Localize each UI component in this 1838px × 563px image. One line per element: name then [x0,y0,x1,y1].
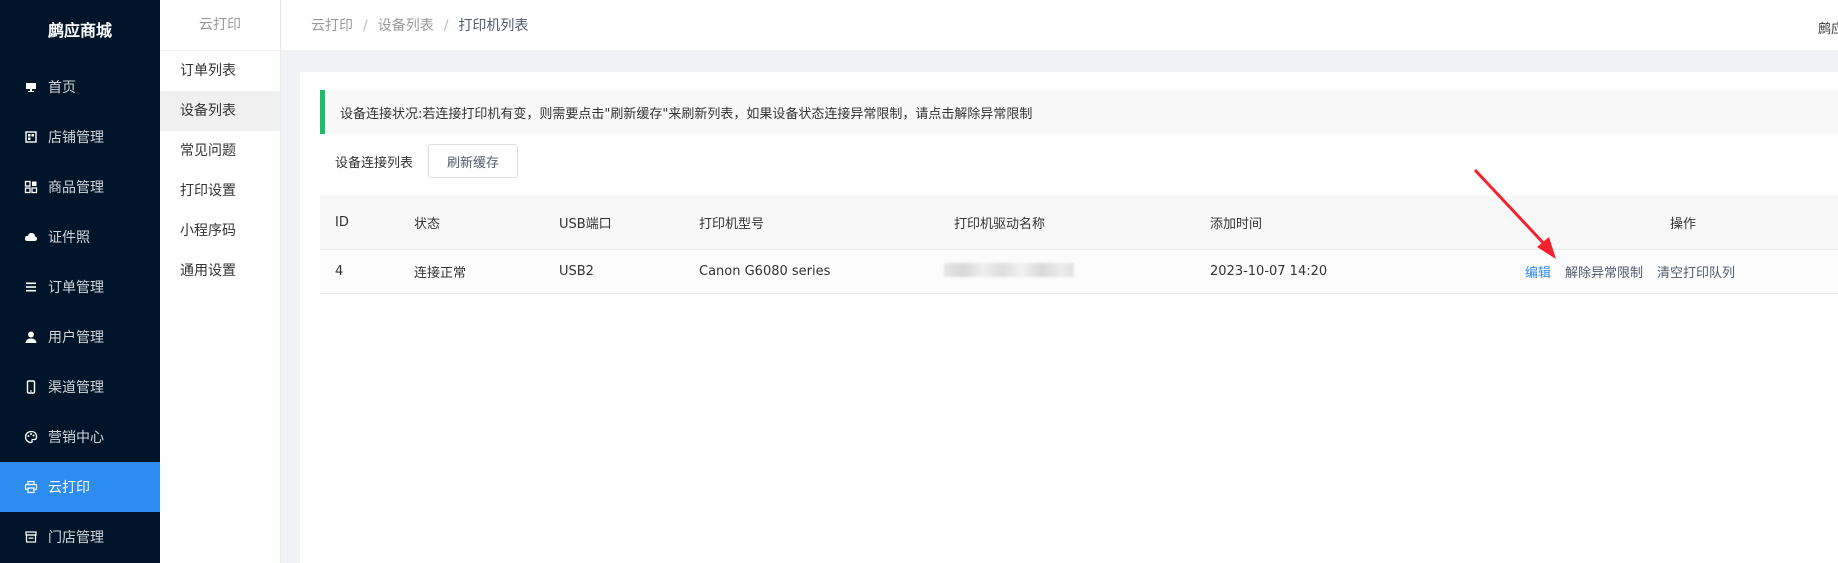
breadcrumb-item[interactable]: 云打印 [311,18,353,34]
monitor-icon [24,80,38,94]
sidebar-item-cloud-print[interactable]: 云打印 [0,462,160,512]
submenu-item-print-settings[interactable]: 打印设置 [160,171,280,211]
column-header: 添加时间 [1210,216,1263,232]
cell-added-time: 2023-10-07 14:20 [1210,264,1328,279]
mobile-icon [24,380,38,394]
palette-icon [24,430,38,444]
remove-limit-button[interactable]: 解除异常限制 [1565,262,1643,281]
breadcrumb-item[interactable]: 设备列表 [378,18,434,34]
list-icon [24,280,38,294]
column-header: 打印机型号 [699,216,765,232]
toolbar: 设备连接列表 刷新缓存 [335,144,519,178]
breadcrumb-separator: / [363,18,368,34]
toolbar-label: 设备连接列表 [335,155,414,171]
breadcrumb: 云打印 / 设备列表 / 打印机列表 [281,15,528,35]
column-header: 状态 [414,216,441,232]
sidebar-item-orders[interactable]: 订单管理 [0,262,160,312]
sidebar-item-label: 营销中心 [48,430,104,446]
store-icon [24,130,38,144]
cell-id: 4 [335,264,344,279]
sidebar-item-label: 门店管理 [48,530,104,546]
submenu-item-miniprogram-code[interactable]: 小程序码 [160,211,280,251]
breadcrumb-separator: / [443,18,449,34]
cell-actions: 编辑 解除异常限制 清空打印队列 [1525,262,1838,281]
brand-logo: 鹧应商城 [47,21,112,40]
sidebar-item-label: 用户管理 [48,330,104,346]
cell-status: 连接正常 [414,266,467,281]
user-icon [24,330,38,344]
column-header: 操作 [1670,216,1697,232]
column-header: ID [335,214,349,230]
grid-icon [24,180,38,194]
sidebar-item-label: 订单管理 [48,280,104,296]
sidebar-item-label: 首页 [48,80,76,96]
cell-driver-name [939,262,1195,281]
sidebar-item-label: 云打印 [48,480,90,496]
top-header: 云打印 / 设备列表 / 打印机列表 鹧应 [281,0,1838,50]
main-sidebar: 鹧应商城 首页 店铺管理 商品管理 证件照 订单管理 用户管理 渠道管理 营销中… [0,0,160,563]
column-header: USB端口 [559,216,612,232]
edit-button[interactable]: 编辑 [1525,262,1551,281]
sidebar-item-users[interactable]: 用户管理 [0,312,160,362]
sidebar-item-label: 证件照 [48,230,90,246]
sidebar-item-label: 店铺管理 [48,130,104,146]
cloud-icon [24,230,38,244]
sidebar-item-home[interactable]: 首页 [0,62,160,112]
sidebar-item-label: 渠道管理 [48,380,104,396]
user-name[interactable]: 鹧应 [1818,18,1838,37]
column-header: 打印机驱动名称 [954,216,1046,232]
sidebar-item-marketing[interactable]: 营销中心 [0,412,160,462]
submenu-panel: 云打印 订单列表 设备列表 常见问题 打印设置 小程序码 通用设置 [160,0,281,563]
sidebar-item-products[interactable]: 商品管理 [0,162,160,212]
device-table: ID 状态 USB端口 打印机型号 打印机驱动名称 添加时间 操作 4 连接正常… [320,195,1838,294]
refresh-cache-button[interactable]: 刷新缓存 [428,144,519,178]
sidebar-item-stores[interactable]: 门店管理 [0,512,160,562]
cell-usb-port: USB2 [559,264,594,279]
printer-icon [24,480,38,494]
table-row: 4 连接正常 USB2 Canon G6080 series 2023-10-0… [320,250,1838,294]
submenu-item-devices[interactable]: 设备列表 [160,91,280,131]
clear-queue-button[interactable]: 清空打印队列 [1657,262,1735,281]
notice-text: 设备连接状况:若连接打印机有变，则需要点击"刷新缓存"来刷新列表，如果设备状态连… [340,106,1033,122]
cell-printer-model: Canon G6080 series [699,264,831,279]
submenu-item-faq[interactable]: 常见问题 [160,131,280,171]
redacted-driver-name [944,262,1074,277]
submenu-title: 云打印 [160,0,280,51]
shop-icon [24,530,38,544]
sidebar-item-label: 商品管理 [48,180,104,196]
sidebar-item-channels[interactable]: 渠道管理 [0,362,160,412]
content-card: 设备连接状况:若连接打印机有变，则需要点击"刷新缓存"来刷新列表，如果设备状态连… [300,72,1838,563]
submenu-item-general-settings[interactable]: 通用设置 [160,251,280,291]
breadcrumb-current: 打印机列表 [458,18,529,34]
notice-alert: 设备连接状况:若连接打印机有变，则需要点击"刷新缓存"来刷新列表，如果设备状态连… [320,90,1838,134]
submenu-item-orders[interactable]: 订单列表 [160,51,280,91]
table-header: ID 状态 USB端口 打印机型号 打印机驱动名称 添加时间 操作 [320,195,1838,250]
sidebar-item-store[interactable]: 店铺管理 [0,112,160,162]
sidebar-item-id-photo[interactable]: 证件照 [0,212,160,262]
